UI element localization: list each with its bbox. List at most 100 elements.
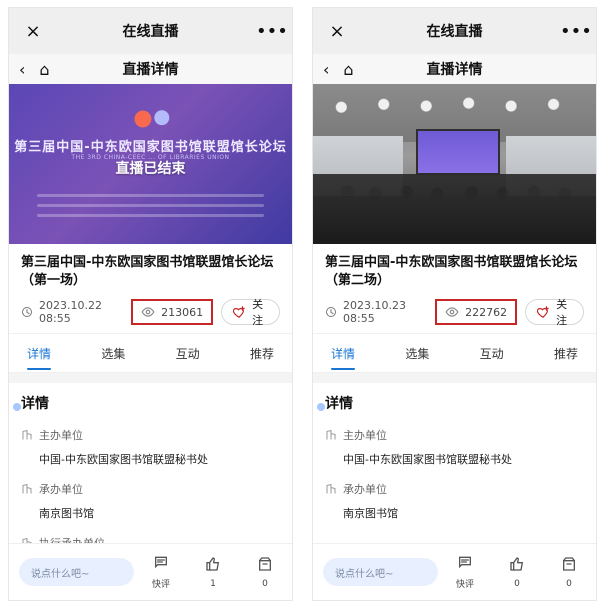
undertaker-label: 承办单位 (39, 483, 83, 497)
box-icon (248, 556, 282, 575)
chat-icon (448, 554, 482, 573)
like-button[interactable]: 1 (196, 556, 230, 589)
event-logo (124, 106, 178, 132)
eye-icon (141, 305, 155, 319)
tab-details[interactable]: 详情 (331, 345, 356, 370)
video-banner[interactable] (313, 84, 596, 244)
follow-button[interactable]: 关注 (525, 298, 584, 328)
box-icon (552, 556, 586, 575)
quick-comment-label: 快评 (455, 580, 474, 590)
field-label: 主办单位 (21, 427, 280, 443)
comment-input[interactable]: 说点什么吧~ (323, 558, 438, 586)
page-title: 直播详情 (426, 62, 483, 78)
video-meta-row: 2023.10.23 08:55 222762 关注 (325, 298, 584, 328)
tabs: 详情 选集 互动 推荐 (313, 333, 596, 374)
heart-add-icon (232, 305, 246, 319)
tab-recommend[interactable]: 推荐 (250, 345, 274, 362)
close-button[interactable]: × (325, 21, 349, 42)
video-meta-row: 2023.10.22 08:55 213061 关注 (21, 298, 280, 328)
right-phone-screen: × 在线直播 ••• ‹ ⌂ 直播详情 第三届中国-中东欧国家图书馆联盟馆长论坛… (313, 8, 596, 600)
bottom-actions: 快评 0 0 (448, 554, 586, 590)
more-button[interactable]: ••• (256, 21, 288, 42)
banner-event-title: 第三届中国-中东欧国家图书馆联盟馆长论坛 (14, 140, 287, 155)
follow-button[interactable]: 关注 (221, 298, 280, 328)
view-count: 222762 (465, 305, 508, 319)
video-info: 第三届中国-中东欧国家图书馆联盟馆长论坛（第二场） 2023.10.23 08:… (313, 244, 596, 334)
field-undertaker: 承办单位 南京图书馆 (325, 481, 584, 521)
follow-label: 关注 (556, 298, 568, 328)
top-title: 在线直播 (122, 24, 179, 40)
datetime-group: 2023.10.22 08:55 (21, 299, 123, 325)
share-button[interactable]: 0 (248, 556, 282, 589)
field-label: 承办单位 (21, 481, 280, 497)
top-titlebar: × 在线直播 ••• (313, 8, 596, 54)
video-datetime: 2023.10.22 08:55 (39, 299, 102, 326)
undertaker-value: 南京图书馆 (39, 507, 94, 521)
details-section-title: 详情 (317, 393, 584, 413)
tab-episodes[interactable]: 选集 (101, 345, 125, 362)
follow-label: 关注 (252, 298, 264, 328)
heart-add-icon (536, 305, 550, 319)
organizer-value: 中国-中东欧国家图书馆联盟秘书处 (39, 453, 208, 467)
like-button[interactable]: 0 (500, 556, 534, 589)
share-count: 0 (566, 578, 572, 589)
view-count: 213061 (161, 305, 204, 319)
tab-details[interactable]: 详情 (27, 345, 52, 370)
building-icon (325, 429, 337, 441)
datetime-group: 2023.10.23 08:55 (325, 299, 427, 325)
live-ended-overlay: 直播已结束 (115, 161, 186, 177)
building-icon (21, 483, 33, 495)
building-icon (325, 483, 337, 495)
organizer-value: 中国-中东欧国家图书馆联盟秘书处 (343, 453, 512, 467)
video-banner[interactable]: 第三届中国-中东欧国家图书馆联盟馆长论坛 THE 3RD CHINA-CEEC … (9, 84, 292, 244)
video-datetime: 2023.10.23 08:55 (343, 299, 406, 326)
thumbs-up-icon (500, 556, 534, 575)
clock-icon (21, 306, 33, 318)
page-title: 直播详情 (122, 62, 179, 78)
bottom-bar: 说点什么吧~ 快评 0 0 (313, 543, 596, 600)
like-count: 0 (514, 578, 520, 589)
top-title: 在线直播 (426, 24, 483, 40)
clock-icon (325, 306, 337, 318)
quick-comment-label: 快评 (151, 580, 170, 590)
video-title: 第三届中国-中东欧国家图书馆联盟馆长论坛（第一场） (21, 255, 274, 288)
tab-recommend[interactable]: 推荐 (554, 345, 578, 362)
undertaker-value: 南京图书馆 (343, 507, 398, 521)
audience (313, 174, 596, 244)
bottom-bar: 说点什么吧~ 快评 1 0 (9, 543, 292, 600)
field-organizer: 主办单位 中国-中东欧国家图书馆联盟秘书处 (325, 427, 584, 467)
close-button[interactable]: × (21, 21, 45, 42)
banner-stripe (37, 214, 264, 217)
field-organizer: 主办单位 中国-中东欧国家图书馆联盟秘书处 (21, 427, 280, 467)
detail-navbar: ‹ ⌂ 直播详情 (313, 54, 596, 84)
more-button[interactable]: ••• (560, 21, 592, 42)
bottom-actions: 快评 1 0 (144, 554, 282, 590)
view-count-box: 222762 (435, 299, 518, 326)
eye-icon (445, 305, 459, 319)
details-section-title: 详情 (13, 393, 280, 413)
chat-icon (144, 554, 178, 573)
field-undertaker: 承办单位 南京图书馆 (21, 481, 280, 521)
view-count-box: 213061 (131, 299, 214, 326)
detail-navbar: ‹ ⌂ 直播详情 (9, 54, 292, 84)
quick-comment-button[interactable]: 快评 (144, 554, 178, 590)
tabs: 详情 选集 互动 推荐 (9, 333, 292, 374)
stage-screen (416, 129, 500, 175)
field-label: 承办单位 (325, 481, 584, 497)
field-label: 主办单位 (325, 427, 584, 443)
thumbs-up-icon (196, 556, 230, 575)
share-button[interactable]: 0 (552, 556, 586, 589)
tab-episodes[interactable]: 选集 (405, 345, 429, 362)
quick-comment-button[interactable]: 快评 (448, 554, 482, 590)
left-phone-screen: × 在线直播 ••• ‹ ⌂ 直播详情 第三届中国-中东欧国家图书馆联盟馆长论坛… (9, 8, 292, 600)
like-count: 1 (210, 578, 216, 589)
tab-interaction[interactable]: 互动 (176, 345, 200, 362)
top-titlebar: × 在线直播 ••• (9, 8, 292, 54)
building-icon (21, 429, 33, 441)
comment-input[interactable]: 说点什么吧~ (19, 558, 134, 586)
tab-interaction[interactable]: 互动 (480, 345, 504, 362)
banner-stripe (37, 194, 264, 197)
organizer-label: 主办单位 (343, 429, 387, 443)
banner-stripe (37, 204, 264, 207)
share-count: 0 (262, 578, 268, 589)
